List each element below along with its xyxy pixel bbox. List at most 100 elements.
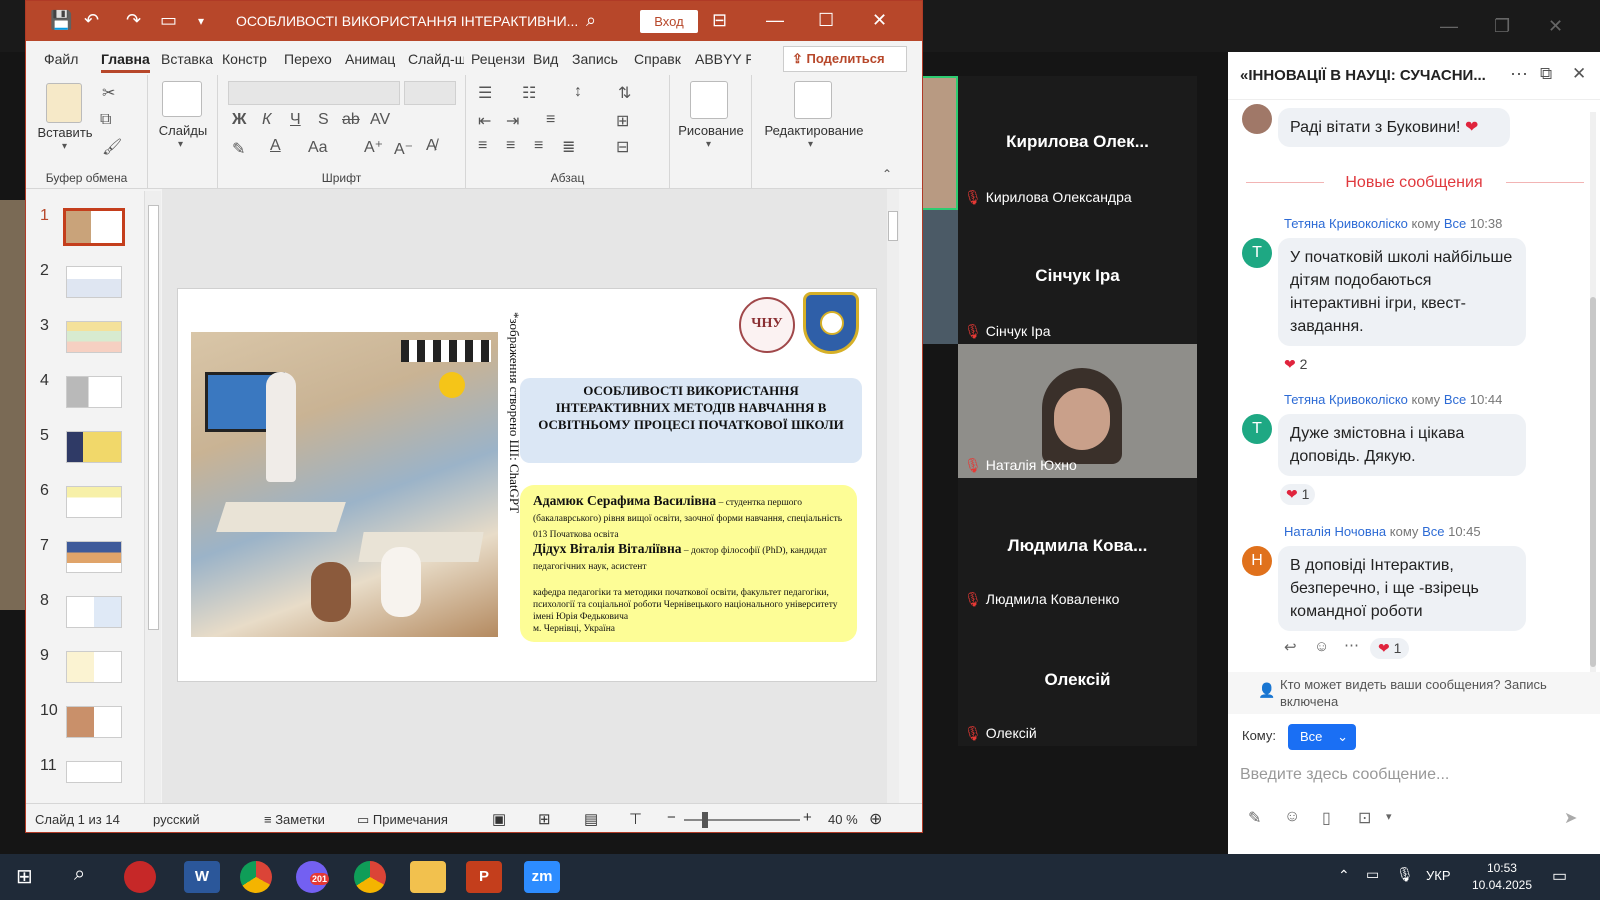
- underline-button[interactable]: Ч: [290, 111, 301, 129]
- editing-button[interactable]: Редактирование: [752, 123, 876, 138]
- shapes-icon[interactable]: [690, 81, 728, 119]
- align-center-icon[interactable]: ≡: [506, 137, 515, 155]
- line-spacing-icon[interactable]: ↕: [574, 83, 582, 101]
- ribbon-display-icon[interactable]: ⊟: [712, 10, 727, 31]
- new-slide-icon[interactable]: [162, 81, 202, 117]
- columns-icon[interactable]: ≡: [546, 111, 555, 129]
- notes-button[interactable]: ≡ Заметки: [264, 812, 325, 827]
- close-icon[interactable]: ✕: [1548, 16, 1563, 37]
- comments-button[interactable]: ▭ Примечания: [357, 812, 448, 828]
- collapse-ribbon-icon[interactable]: ⌃: [882, 167, 892, 181]
- tab-insert[interactable]: Вставка: [161, 51, 213, 67]
- privacy-notice[interactable]: 👤 Кто может видеть ваши сообщения? Запис…: [1228, 672, 1600, 714]
- present-icon[interactable]: ▭: [160, 10, 177, 31]
- align-text-icon[interactable]: ⊟: [616, 137, 629, 157]
- font-color-button[interactable]: A: [270, 137, 281, 155]
- tab-help[interactable]: Справк: [634, 51, 681, 67]
- microphone-icon[interactable]: 🎙: [1396, 866, 1414, 883]
- shadow-button[interactable]: S: [318, 111, 329, 129]
- close-icon[interactable]: ✕: [1572, 64, 1586, 84]
- tab-file[interactable]: Файл: [44, 51, 78, 67]
- file-icon[interactable]: ▯: [1322, 808, 1331, 828]
- drawing-button[interactable]: Рисование: [670, 123, 752, 138]
- restore-icon[interactable]: ❐: [1494, 16, 1510, 37]
- zoom-app-icon[interactable]: zm: [524, 861, 560, 893]
- char-spacing-icon[interactable]: AV: [370, 111, 390, 129]
- message-input[interactable]: Введите здесь сообщение...: [1236, 758, 1592, 798]
- zoom-in-icon[interactable]: +: [803, 809, 812, 826]
- clock[interactable]: 10:53 10.04.2025: [1472, 860, 1532, 894]
- browser-app-icon[interactable]: [124, 861, 156, 893]
- tab-animations[interactable]: Анимац: [345, 51, 395, 67]
- slide-sorter-icon[interactable]: ⊞: [538, 810, 551, 828]
- zoom-out-icon[interactable]: −: [667, 809, 676, 826]
- recipient-select[interactable]: Все ⌄: [1288, 724, 1356, 750]
- chrome-profile-app-icon[interactable]: [354, 861, 386, 893]
- justify-icon[interactable]: ≣: [562, 137, 575, 157]
- slides-button[interactable]: Слайды: [148, 123, 218, 138]
- participant-tile[interactable]: Олексій 🎙 Олексій: [958, 612, 1197, 746]
- sign-in-button[interactable]: Вход: [640, 10, 698, 33]
- align-right-icon[interactable]: ≡: [534, 137, 543, 155]
- maximize-icon[interactable]: ☐: [818, 10, 834, 31]
- language-indicator[interactable]: УКР: [1426, 868, 1451, 883]
- reply-icon[interactable]: ↩: [1284, 638, 1297, 656]
- undo-icon[interactable]: ↶: [84, 10, 99, 31]
- reaction-badge[interactable]: ❤ 1: [1280, 484, 1316, 505]
- language-indicator[interactable]: русский: [153, 812, 200, 827]
- highlight-icon[interactable]: ✎: [232, 139, 245, 159]
- search-icon[interactable]: ⌕: [74, 863, 85, 886]
- send-icon[interactable]: ➤: [1564, 808, 1577, 828]
- text-direction-icon[interactable]: ⊞: [616, 111, 629, 131]
- file-explorer-icon[interactable]: [410, 861, 446, 893]
- share-button[interactable]: ⇪ Поделиться: [783, 46, 907, 72]
- scroll-thumb[interactable]: [888, 211, 898, 241]
- tab-review[interactable]: Рецензи: [471, 51, 525, 67]
- chevron-down-icon[interactable]: ▾: [1386, 810, 1392, 823]
- chat-scrollbar[interactable]: [1590, 112, 1596, 712]
- bold-button[interactable]: Ж: [232, 111, 246, 129]
- chrome-app-icon[interactable]: [240, 861, 272, 893]
- format-painter-icon[interactable]: 🖌: [102, 137, 122, 157]
- decrease-indent-icon[interactable]: ⇤: [478, 111, 491, 131]
- reaction-badge[interactable]: ❤ 1: [1370, 638, 1410, 659]
- normal-view-icon[interactable]: ▣: [492, 810, 506, 828]
- slides-dropdown-icon[interactable]: ▾: [178, 139, 183, 150]
- sort-icon[interactable]: ⇅: [618, 83, 631, 103]
- shrink-font-icon[interactable]: A⁻: [394, 139, 413, 159]
- save-icon[interactable]: 💾: [50, 10, 72, 31]
- tab-slideshow[interactable]: Слайд-ш: [408, 51, 464, 67]
- change-case-button[interactable]: Aa: [308, 139, 328, 157]
- tab-transitions[interactable]: Перехо: [284, 51, 332, 67]
- format-icon[interactable]: ✎: [1248, 808, 1261, 828]
- paste-icon[interactable]: [46, 83, 82, 123]
- numbering-icon[interactable]: ☷: [522, 83, 536, 103]
- editor-scrollbar[interactable]: [887, 189, 899, 804]
- bullets-icon[interactable]: ☰: [478, 83, 492, 103]
- paste-dropdown-icon[interactable]: ▾: [62, 141, 67, 152]
- minimize-icon[interactable]: —: [1440, 16, 1458, 37]
- paste-button[interactable]: Вставить: [34, 125, 96, 140]
- font-size-select[interactable]: [404, 81, 456, 105]
- tab-record[interactable]: Запись: [572, 51, 618, 67]
- powerpoint-app-icon[interactable]: P: [466, 861, 502, 893]
- zoom-window-controls[interactable]: — ❐ ✕: [1440, 8, 1600, 38]
- strikethrough-icon[interactable]: ab: [342, 111, 360, 129]
- tab-home[interactable]: Главна: [101, 51, 150, 73]
- zoom-level[interactable]: 40 %: [828, 812, 858, 827]
- italic-button[interactable]: К: [262, 111, 271, 129]
- search-icon[interactable]: ⌕: [586, 10, 596, 31]
- customize-qat-icon[interactable]: ▾: [198, 14, 204, 28]
- tab-abbyy[interactable]: ABBYY F: [695, 51, 751, 67]
- screenshot-icon[interactable]: ⊡: [1358, 808, 1371, 828]
- zoom-slider-knob[interactable]: [702, 812, 708, 828]
- participant-tile[interactable]: Сінчук Іра 🎙 Сінчук Іра: [958, 210, 1197, 344]
- fit-slide-icon[interactable]: ⊕: [869, 809, 882, 829]
- popout-icon[interactable]: ⧉: [1540, 64, 1552, 84]
- emoji-icon[interactable]: ☺: [1284, 808, 1300, 826]
- tab-view[interactable]: Вид: [533, 51, 558, 67]
- clear-formatting-icon[interactable]: A̸: [426, 137, 437, 155]
- editing-dropdown-icon[interactable]: ▾: [808, 139, 813, 150]
- start-icon[interactable]: ⊞: [16, 864, 33, 889]
- participant-video-tile[interactable]: 🎙 Наталія Юхно: [958, 344, 1197, 478]
